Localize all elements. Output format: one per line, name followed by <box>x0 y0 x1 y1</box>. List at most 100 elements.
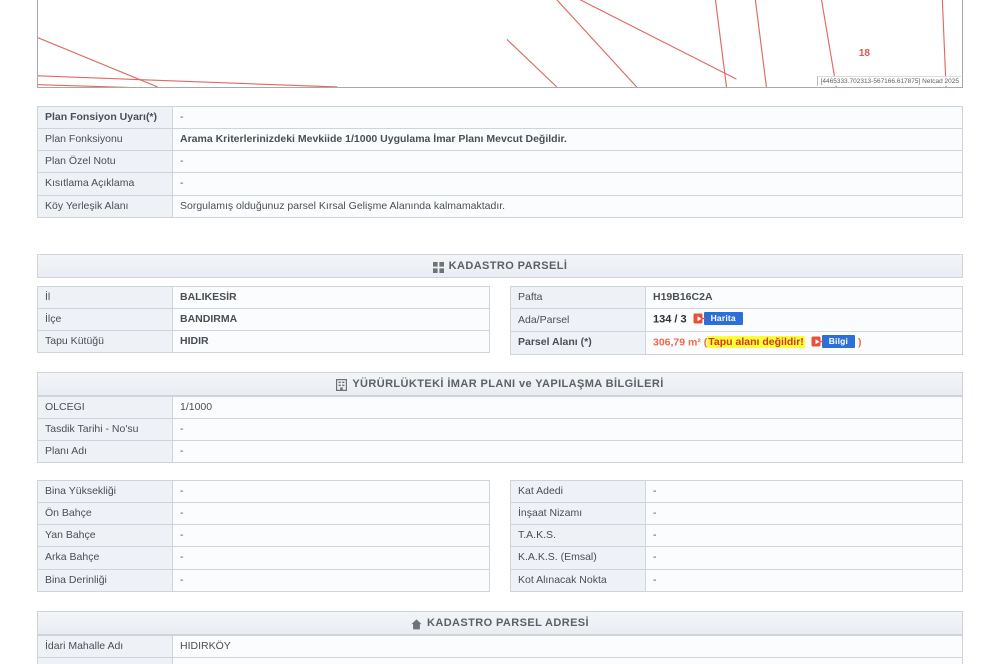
row-label: Tapu Kütüğü <box>37 330 173 354</box>
table-row: Plan Fonsiyon Uyarı(*) - <box>37 105 963 130</box>
imar-plani-table: OLCEGI 1/1000 Tasdik Tarihi - No'su - Pl… <box>37 395 963 464</box>
row-value: - <box>172 524 490 548</box>
table-row <box>37 657 963 664</box>
row-value: - <box>172 418 963 442</box>
table-row: Planı Adı - <box>37 440 963 464</box>
table-row: İdari Mahalle Adı HIDIRKÖY <box>37 634 963 659</box>
table-row: İl BALIKESİR <box>37 285 490 310</box>
pointer-hand-icon <box>693 312 706 325</box>
row-label: Bina Yüksekliği <box>37 479 173 504</box>
home-icon <box>411 618 422 630</box>
row-label: Planı Adı <box>37 440 173 464</box>
row-value: H19B16C2A <box>645 285 963 310</box>
yapilasma-left-table: Bina Yüksekliği - Ön Bahçe - Yan Bahçe -… <box>37 479 490 592</box>
row-label: Ada/Parsel <box>510 308 646 333</box>
pointer-hand-icon <box>811 335 824 348</box>
table-row: Ön Bahçe - <box>37 502 490 526</box>
map-parcel-number: 18 <box>858 48 870 59</box>
row-label: Yan Bahçe <box>37 524 173 548</box>
row-value: - <box>172 172 963 196</box>
row-value: BANDIRMA <box>172 308 490 332</box>
row-label: Kısıtlama Açıklama <box>37 172 173 196</box>
row-label: K.A.K.S. (Emsal) <box>510 546 646 570</box>
row-label-partial <box>37 657 173 664</box>
section-header-imar-plani: YÜRÜRLÜKTEKİ İMAR PLANI ve YAPILAŞMA BİL… <box>37 372 963 396</box>
table-row: T.A.K.S. - <box>510 524 963 548</box>
kadastro-parseli-right-table: Pafta H19B16C2A Ada/Parsel 134 / 3 Harit… <box>510 285 963 355</box>
bilgi-button-label[interactable]: Bilgi <box>821 335 856 348</box>
parsel-adresi-table: İdari Mahalle Adı HIDIRKÖY <box>37 634 963 664</box>
row-value: - <box>172 568 490 592</box>
table-row: Tapu Kütüğü HIDIR <box>37 330 490 354</box>
row-label: T.A.K.S. <box>510 524 646 548</box>
row-label: Arka Bahçe <box>37 546 173 570</box>
harita-button[interactable]: Harita <box>693 312 743 325</box>
table-row: OLCEGI 1/1000 <box>37 395 963 420</box>
row-label: Bina Derinliği <box>37 568 173 592</box>
table-row: İnşaat Nizamı - <box>510 502 963 526</box>
row-label: Plan Fonksiyonu <box>37 128 173 152</box>
bilgi-button[interactable]: Bilgi <box>811 335 856 348</box>
kadastro-parseli-left-table: İl BALIKESİR İlçe BANDIRMA Tapu Kütüğü H… <box>37 285 490 354</box>
map-parcel-lines <box>38 0 947 87</box>
row-label: Pafta <box>510 285 646 310</box>
row-value: - <box>172 546 490 570</box>
cadastral-map[interactable]: 18 [4465333.702313-567166.617875] Netcad… <box>37 0 963 88</box>
table-row: Kısıtlama Açıklama - <box>37 172 963 196</box>
table-row: Plan Fonksiyonu Arama Kriterlerinizdeki … <box>37 128 963 152</box>
row-value: - <box>172 502 490 526</box>
table-row: Ada/Parsel 134 / 3 Harita <box>510 308 963 333</box>
table-row: Parsel Alanı (*) 306,79 m² (Tapu alanı d… <box>510 331 963 355</box>
section-title: YÜRÜRLÜKTEKİ İMAR PLANI ve YAPILAŞMA BİL… <box>352 378 664 390</box>
section-title: KADASTRO PARSEL ADRESİ <box>427 617 589 629</box>
table-row: Pafta H19B16C2A <box>510 285 963 310</box>
row-value: HIDIR <box>172 330 490 354</box>
plan-info-table: Plan Fonsiyon Uyarı(*) - Plan Fonksiyonu… <box>37 105 963 218</box>
parcel-info-page: 18 [4465333.702313-567166.617875] Netcad… <box>0 0 1000 664</box>
row-label: İdari Mahalle Adı <box>37 634 173 659</box>
section-header-parsel-adresi: KADASTRO PARSEL ADRESİ <box>37 611 963 635</box>
row-label: Plan Fonsiyon Uyarı(*) <box>37 105 173 130</box>
row-value: - <box>645 524 963 548</box>
row-label: Ön Bahçe <box>37 502 173 526</box>
row-value: - <box>172 479 490 504</box>
row-value-ada-parsel: 134 / 3 Harita <box>645 308 963 333</box>
row-value: - <box>172 105 963 130</box>
table-row: Kot Alınacak Nokta - <box>510 568 963 592</box>
row-label: Köy Yerleşik Alanı <box>37 194 173 218</box>
row-label: Plan Özel Notu <box>37 150 173 174</box>
row-value: - <box>645 568 963 592</box>
ada-parsel-value: 134 / 3 <box>653 313 687 326</box>
row-label: Kat Adedi <box>510 479 646 504</box>
row-value: - <box>645 479 963 504</box>
row-label: Kot Alınacak Nokta <box>510 568 646 592</box>
row-value: - <box>645 502 963 526</box>
map-credit-text: [4465333.702313-567166.617875] Netcad 20… <box>816 76 961 86</box>
table-row: İlçe BANDIRMA <box>37 308 490 332</box>
row-value: - <box>172 440 963 464</box>
table-row: Bina Derinliği - <box>37 568 490 592</box>
row-value-parsel-alani: 306,79 m² (Tapu alanı değildir! Bilgi ) <box>645 331 963 355</box>
row-value: - <box>645 546 963 570</box>
row-value: - <box>172 150 963 174</box>
row-value: HIDIRKÖY <box>172 634 963 659</box>
row-label: Parsel Alanı (*) <box>510 331 646 355</box>
building-info-icon <box>336 379 348 392</box>
row-label: İlçe <box>37 308 173 332</box>
table-row: K.A.K.S. (Emsal) - <box>510 546 963 570</box>
row-label: İnşaat Nizamı <box>510 502 646 526</box>
row-label: OLCEGI <box>37 395 173 420</box>
grid-2x2-icon <box>432 261 444 273</box>
table-row: Kat Adedi - <box>510 479 963 504</box>
tapu-warning-text: Tapu alanı değildir! <box>707 336 805 349</box>
close-paren: ) <box>858 336 862 349</box>
row-label: İl <box>37 285 173 310</box>
row-value-partial <box>172 657 963 664</box>
section-title: KADASTRO PARSELİ <box>448 260 568 272</box>
yapilasma-right-table: Kat Adedi - İnşaat Nizamı - T.A.K.S. - K… <box>510 479 963 592</box>
parsel-alani-value: 306,79 m² <box>653 336 701 349</box>
row-value: Sorgulamış olduğunuz parsel Kırsal Geliş… <box>172 194 963 218</box>
harita-button-label[interactable]: Harita <box>703 312 743 325</box>
table-row: Bina Yüksekliği - <box>37 479 490 504</box>
table-row: Arka Bahçe - <box>37 546 490 570</box>
